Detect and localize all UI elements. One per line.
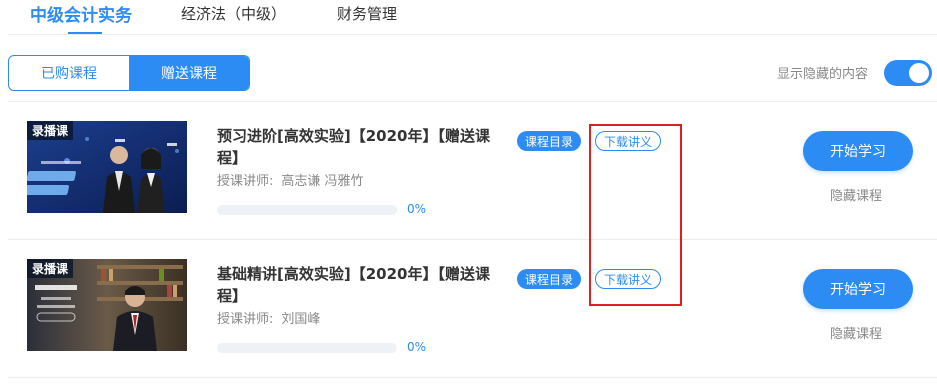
progress-text: 0%	[407, 340, 427, 354]
progress-text: 0%	[407, 202, 427, 216]
tab-economic-law[interactable]: 经济法（中级）	[181, 3, 286, 24]
teacher-label: 授课讲师:	[217, 174, 274, 189]
recorded-course-badge: 录播课	[27, 121, 74, 140]
course-type-switch: 已购课程 赠送课程	[8, 55, 250, 91]
course-card: 录播课 预习进阶[高效实验]【2020年】【赠送课程】 授课讲师: 高志谦 冯雅竹…	[0, 101, 937, 237]
course-thumbnail[interactable]: 录播课	[27, 259, 187, 351]
course-title[interactable]: 预习进阶[高效实验]【2020年】【赠送课程】	[217, 125, 507, 169]
annotation-highlight-box	[589, 124, 682, 306]
progress-bar	[217, 343, 397, 353]
course-teacher: 授课讲师: 高志谦 冯雅竹	[217, 170, 364, 189]
start-learning-button[interactable]: 开始学习	[803, 131, 913, 171]
teacher-names: 刘国峰	[281, 312, 321, 327]
teacher-label: 授课讲师:	[217, 312, 274, 327]
hide-course-link[interactable]: 隐藏课程	[830, 323, 882, 342]
course-catalog-button[interactable]: 课程目录	[517, 269, 581, 289]
show-hidden-toggle[interactable]	[884, 60, 932, 86]
course-card: 录播课 基础精讲[高效实验]【2020年】【赠送课程】 授课讲师: 刘国峰 0% …	[0, 239, 937, 375]
course-teacher: 授课讲师: 刘国峰	[217, 308, 320, 327]
subject-tabs: 中级会计实务 经济法（中级） 财务管理	[0, 0, 937, 36]
divider	[8, 377, 937, 378]
tab-accounting-practice[interactable]: 中级会计实务	[30, 1, 132, 26]
teacher-names: 高志谦 冯雅竹	[281, 174, 364, 189]
show-hidden-label: 显示隐藏的内容	[777, 67, 869, 82]
recorded-course-badge: 录播课	[27, 259, 74, 278]
progress-bar	[217, 205, 397, 215]
divider	[8, 34, 937, 35]
tab-financial-management[interactable]: 财务管理	[337, 3, 397, 24]
toggle-knob	[909, 63, 929, 83]
start-learning-button[interactable]: 开始学习	[803, 269, 913, 309]
hide-course-link[interactable]: 隐藏课程	[830, 185, 882, 204]
course-title[interactable]: 基础精讲[高效实验]【2020年】【赠送课程】	[217, 263, 507, 307]
course-catalog-button[interactable]: 课程目录	[517, 131, 581, 151]
course-thumbnail[interactable]: 录播课	[27, 121, 187, 213]
gifted-courses-button[interactable]: 赠送课程	[129, 56, 249, 90]
purchased-courses-button[interactable]: 已购课程	[9, 56, 129, 90]
